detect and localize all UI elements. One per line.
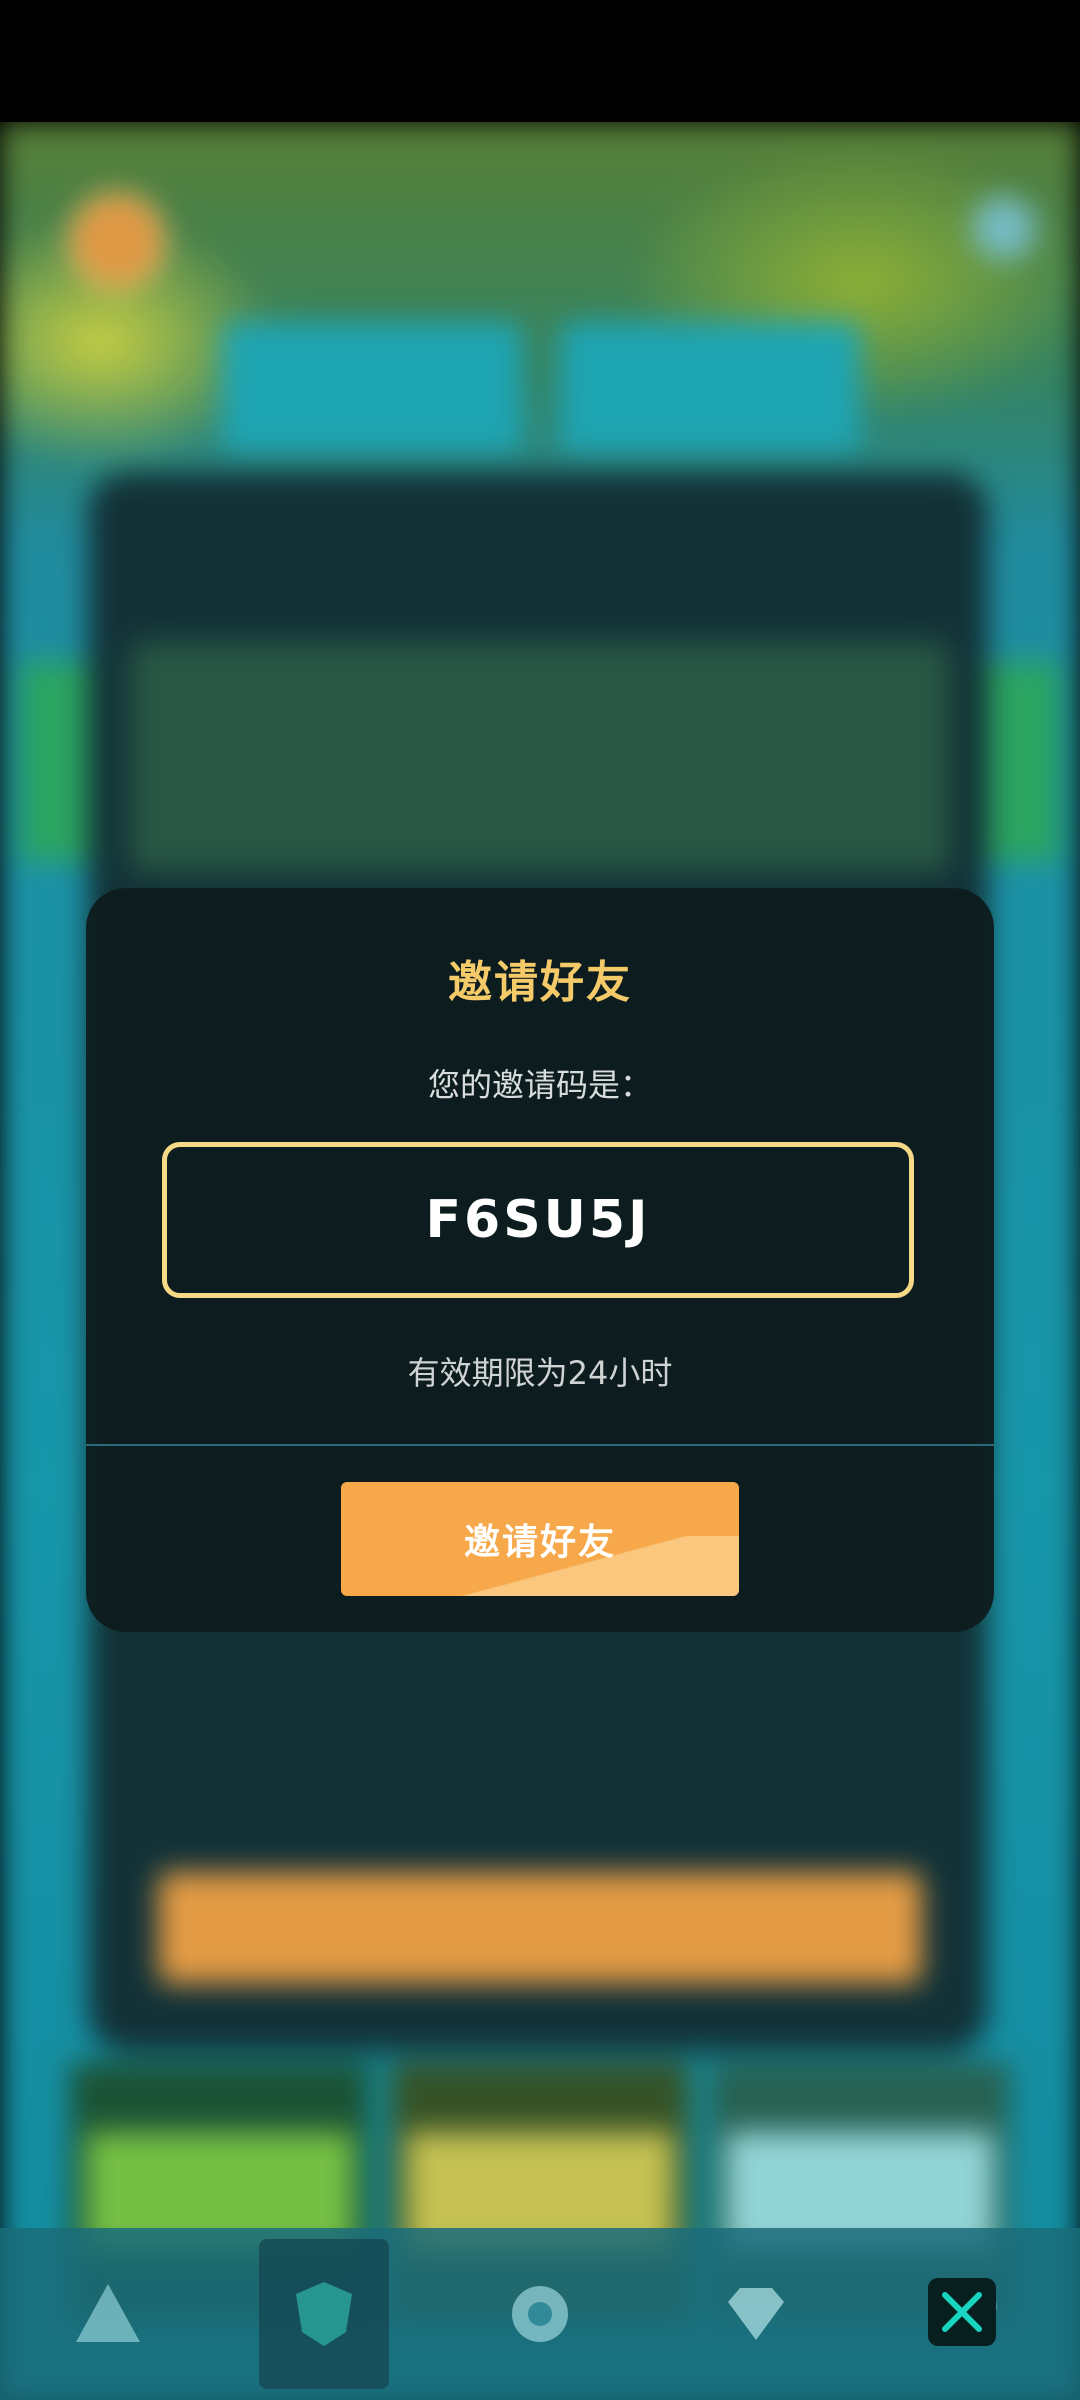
gear-icon <box>512 2286 568 2342</box>
nav-item-shield[interactable] <box>259 2239 389 2389</box>
invite-friends-modal: 邀请好友 您的邀请码是： F6SU5J 有效期限为24小时 邀请好友 <box>86 888 994 1632</box>
invite-code-box[interactable]: F6SU5J <box>162 1142 914 1298</box>
validity-note: 有效期限为24小时 <box>407 1354 673 1392</box>
triangle-icon <box>76 2284 140 2342</box>
app-root: 邀请好友 您的邀请码是： F6SU5J 有效期限为24小时 邀请好友 <box>0 0 1080 2400</box>
nav-item-gear[interactable] <box>475 2239 605 2389</box>
invite-friends-button[interactable]: 邀请好友 <box>341 1482 739 1596</box>
bottom-nav <box>0 2228 1080 2400</box>
nav-item-diamond[interactable] <box>691 2239 821 2389</box>
modal-title: 邀请好友 <box>448 957 632 1008</box>
diamond-icon <box>728 2288 784 2340</box>
status-bar <box>0 0 1080 122</box>
shield-icon <box>296 2282 352 2346</box>
modal-divider <box>86 1444 994 1446</box>
invite-code: F6SU5J <box>425 1190 651 1250</box>
nav-item-triangle[interactable] <box>43 2239 173 2389</box>
close-icon <box>942 2292 982 2332</box>
invite-code-label: 您的邀请码是： <box>427 1066 652 1104</box>
invite-friends-button-label: 邀请好友 <box>463 1522 616 1563</box>
close-button[interactable] <box>928 2278 996 2346</box>
